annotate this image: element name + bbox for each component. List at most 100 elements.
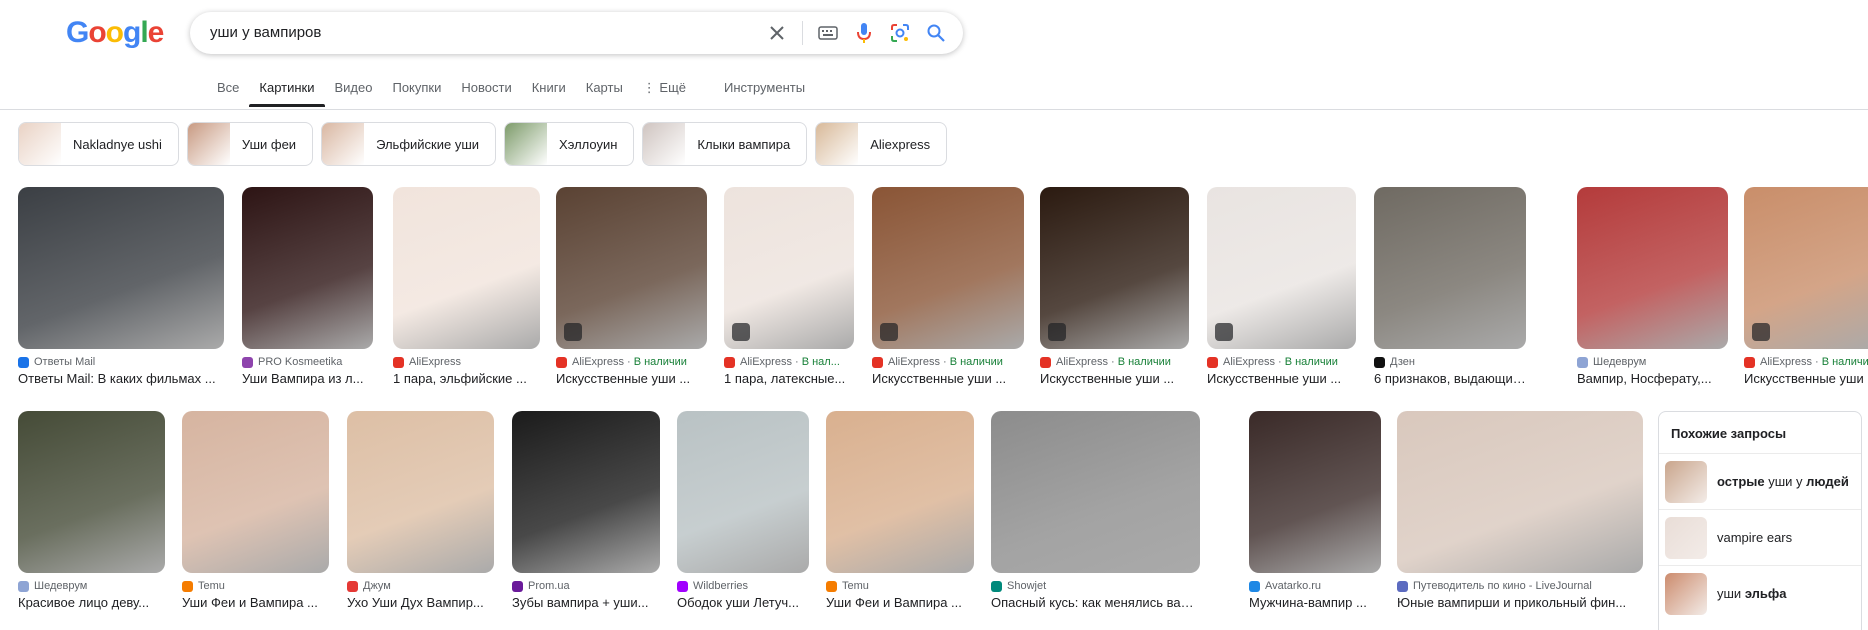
image-result[interactable]: AliExpress · В нал... 1 пара, латексные... xyxy=(724,187,854,386)
result-title[interactable]: Искусственные уши ... xyxy=(556,371,707,386)
result-thumbnail[interactable] xyxy=(826,411,974,573)
clear-icon[interactable] xyxy=(766,22,788,44)
result-source: Путеводитель по кино - LiveJournal xyxy=(1397,580,1643,592)
result-thumbnail[interactable] xyxy=(18,187,224,349)
tab-more[interactable]: ⋮ Ещё xyxy=(633,80,696,104)
image-result[interactable]: Дзен 6 признаков, выдающих эм... xyxy=(1374,187,1526,386)
source-name: AliExpress xyxy=(1760,356,1812,368)
logo-letter: e xyxy=(147,16,165,49)
site-favicon-icon xyxy=(18,580,29,592)
image-result[interactable]: PRO Kosmeetika Уши Вампира из л... xyxy=(242,187,373,386)
result-thumbnail[interactable] xyxy=(1374,187,1526,349)
google-logo[interactable]: Google xyxy=(66,16,165,50)
result-thumbnail[interactable] xyxy=(393,187,540,349)
image-result[interactable]: Temu Уши Феи и Вампира ... xyxy=(826,411,974,610)
image-result[interactable]: AliExpress ·В наличии Искусственные уши .… xyxy=(556,187,707,386)
source-name: AliExpress xyxy=(1056,356,1108,368)
chip[interactable]: Клыки вампира xyxy=(642,122,808,166)
tab-video[interactable]: Видео xyxy=(325,80,383,104)
result-title[interactable]: 6 признаков, выдающих эм... xyxy=(1374,371,1526,386)
result-title[interactable]: Юные вампирши и прикольный фин... xyxy=(1397,595,1643,610)
result-thumbnail[interactable] xyxy=(872,187,1024,349)
result-title[interactable]: Искусственные уши ... xyxy=(1744,371,1868,386)
tab-all[interactable]: Все xyxy=(207,80,249,104)
result-title[interactable]: Искусственные уши ... xyxy=(872,371,1024,386)
site-favicon-icon xyxy=(1249,580,1260,592)
image-result[interactable]: AliExpress ·В наличии Искусственные уши .… xyxy=(1207,187,1356,386)
image-result[interactable]: Шедеврум Вампир, Носферату,... xyxy=(1577,187,1728,386)
result-title[interactable]: Красивое лицо деву... xyxy=(18,595,165,610)
result-thumbnail[interactable] xyxy=(1744,187,1868,349)
image-result[interactable]: AliExpress ·В наличии Искусственные уши .… xyxy=(1744,187,1868,386)
result-title[interactable]: Искусственные уши ... xyxy=(1207,371,1356,386)
result-thumbnail[interactable] xyxy=(677,411,809,573)
result-title[interactable]: Вампир, Носферату,... xyxy=(1577,371,1728,386)
product-tag-icon xyxy=(880,323,898,341)
availability-label: В наличии xyxy=(633,356,687,368)
result-title[interactable]: Уши Феи и Вампира ... xyxy=(182,595,329,610)
image-result[interactable]: AliExpress 1 пара, эльфийские ... xyxy=(393,187,540,386)
image-result[interactable]: Джум Ухо Уши Дух Вампир... xyxy=(347,411,494,610)
result-thumbnail[interactable] xyxy=(1207,187,1356,349)
result-title[interactable]: Ухо Уши Дух Вампир... xyxy=(347,595,494,610)
site-favicon-icon xyxy=(1744,356,1755,368)
related-search-item[interactable]: острые уши у людей xyxy=(1659,453,1861,509)
chip[interactable]: Aliexpress xyxy=(815,122,948,166)
image-result[interactable]: Wildberries Ободок уши Летуч... xyxy=(677,411,809,610)
result-title[interactable]: Опасный кусь: как менялись вампир... xyxy=(991,595,1200,610)
related-search-item[interactable]: vampire ears xyxy=(1659,509,1861,565)
search-box[interactable]: уши у вампиров xyxy=(190,12,963,54)
microphone-icon[interactable] xyxy=(853,22,875,44)
result-title[interactable]: Зубы вампира + уши... xyxy=(512,595,660,610)
image-result[interactable]: Путеводитель по кино - LiveJournal Юные в… xyxy=(1397,411,1643,610)
result-thumbnail[interactable] xyxy=(1249,411,1381,573)
result-title[interactable]: 1 пара, эльфийские ... xyxy=(393,371,540,386)
keyboard-icon[interactable] xyxy=(817,22,839,44)
image-result[interactable]: Ответы Mail Ответы Mail: В каких фильмах … xyxy=(18,187,224,386)
result-thumbnail[interactable] xyxy=(1577,187,1728,349)
tab-books[interactable]: Книги xyxy=(522,80,576,104)
result-thumbnail[interactable] xyxy=(724,187,854,349)
tools-button[interactable]: Инструменты xyxy=(724,80,805,95)
result-thumbnail[interactable] xyxy=(991,411,1200,573)
result-title[interactable]: 1 пара, латексные... xyxy=(724,371,854,386)
result-thumbnail[interactable] xyxy=(1040,187,1189,349)
tab-shopping[interactable]: Покупки xyxy=(382,80,451,104)
site-favicon-icon xyxy=(182,580,193,592)
chip-thumbnail xyxy=(505,123,548,165)
image-result[interactable]: Шедеврум Красивое лицо деву... xyxy=(18,411,165,610)
result-title[interactable]: Мужчина-вампир ... xyxy=(1249,595,1381,610)
image-result[interactable]: AliExpress ·В наличии Искусственные уши .… xyxy=(1040,187,1189,386)
image-result[interactable]: Temu Уши Феи и Вампира ... xyxy=(182,411,329,610)
result-thumbnail[interactable] xyxy=(18,411,165,573)
result-thumbnail[interactable] xyxy=(242,187,373,349)
result-thumbnail[interactable] xyxy=(512,411,660,573)
result-title[interactable]: Уши Вампира из л... xyxy=(242,371,373,386)
result-title[interactable]: Уши Феи и Вампира ... xyxy=(826,595,974,610)
tab-news[interactable]: Новости xyxy=(451,80,521,104)
logo-letter: o xyxy=(88,16,106,49)
chip[interactable]: Nakladnye ushi xyxy=(18,122,179,166)
result-thumbnail[interactable] xyxy=(556,187,707,349)
image-result[interactable]: Prom.ua Зубы вампира + уши... xyxy=(512,411,660,610)
search-icon[interactable] xyxy=(925,22,947,44)
lens-camera-icon[interactable] xyxy=(889,22,911,44)
image-result[interactable]: Showjet Опасный кусь: как менялись вампир… xyxy=(991,411,1200,610)
tab-maps[interactable]: Карты xyxy=(576,80,633,104)
result-title[interactable]: Искусственные уши ... xyxy=(1040,371,1189,386)
result-thumbnail[interactable] xyxy=(182,411,329,573)
related-search-item[interactable]: уши эльфа xyxy=(1659,565,1861,621)
image-result[interactable]: AliExpress ·В наличии Искусственные уши .… xyxy=(872,187,1024,386)
result-thumbnail[interactable] xyxy=(1397,411,1643,573)
product-tag-icon xyxy=(1048,323,1066,341)
search-input[interactable]: уши у вампиров xyxy=(210,24,321,41)
chip[interactable]: Уши феи xyxy=(186,122,314,166)
tab-images[interactable]: Картинки xyxy=(249,80,325,107)
tabs-divider xyxy=(0,109,1868,110)
chip[interactable]: Хэллоуин xyxy=(504,122,635,166)
result-title[interactable]: Ободок уши Летуч... xyxy=(677,595,809,610)
result-thumbnail[interactable] xyxy=(347,411,494,573)
image-result[interactable]: Avatarko.ru Мужчина-вампир ... xyxy=(1249,411,1381,610)
chip[interactable]: Эльфийские уши xyxy=(321,122,497,166)
result-title[interactable]: Ответы Mail: В каких фильмах ... xyxy=(18,371,224,386)
